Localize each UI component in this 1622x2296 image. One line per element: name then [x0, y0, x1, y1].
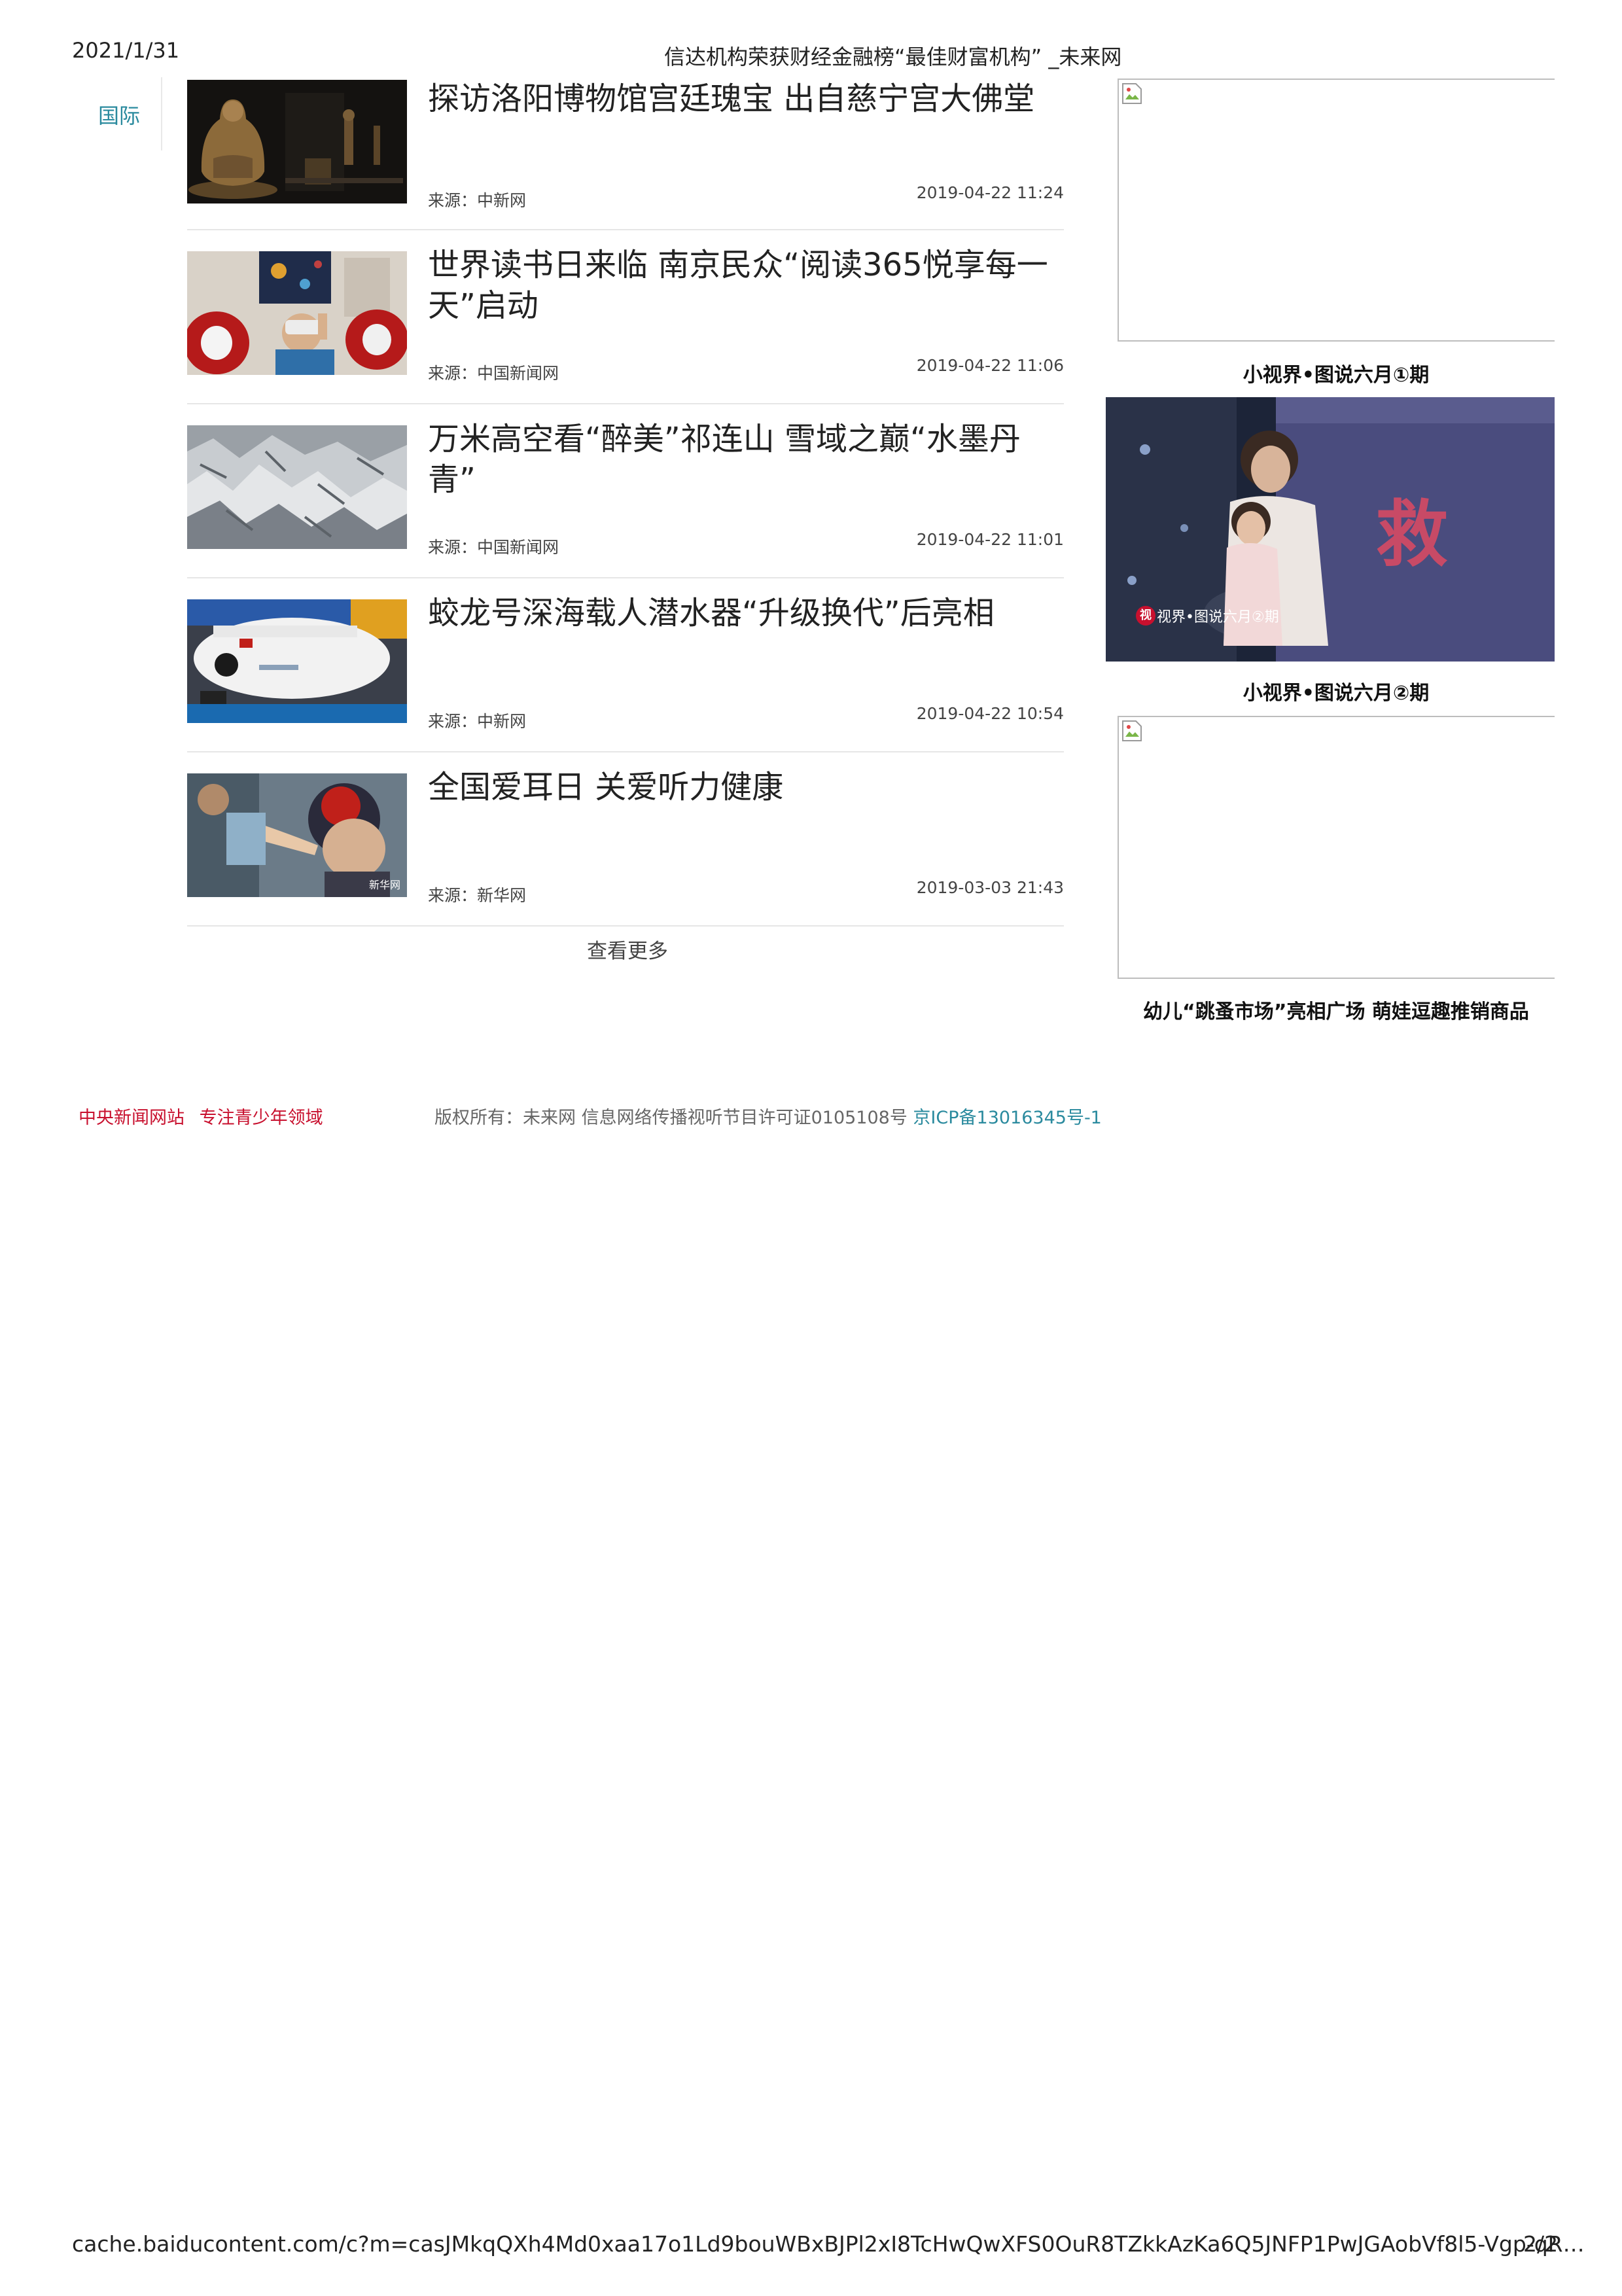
print-page-title: 信达机构荣获财经金融榜“最佳财富机构” _未来网: [664, 44, 1122, 69]
sidebar-image-broken[interactable]: [1118, 79, 1555, 342]
news-date: 2019-04-22 11:01: [916, 530, 1064, 549]
news-item[interactable]: 新华网 全国爱耳日 关爱听力健康 来源：新华网 2019-03-03 21:43: [187, 752, 1064, 927]
footer-slogan-item: 专注青少年领域: [199, 1108, 323, 1128]
news-list: 探访洛阳博物馆宫廷瑰宝 出自慈宁宫大佛堂 来源：中新网 2019-04-22 1…: [187, 79, 1064, 927]
print-url: cache.baiducontent.com/c?m=casJMkqQXh4Md…: [72, 2231, 1585, 2257]
sidebar-image-broken[interactable]: [1118, 716, 1555, 979]
print-date: 2021/1/31: [72, 38, 180, 63]
overlay-text: 视界•图说六月②期: [1157, 609, 1279, 626]
news-title[interactable]: 探访洛阳博物馆宫廷瑰宝 出自慈宁宫大佛堂: [428, 79, 1049, 119]
broken-image-icon: [1122, 720, 1142, 741]
news-source: 来源：中新网: [428, 191, 527, 210]
banner-character: 救: [1376, 493, 1448, 576]
footer-slogan-item: 中央新闻网站: [79, 1108, 185, 1128]
nav-category-international[interactable]: 国际: [98, 99, 140, 130]
sidebar-caption[interactable]: 幼儿“跳蚤市场”亮相广场 萌娃逗趣推销商品: [1118, 995, 1555, 1024]
print-page-number: 2/2: [1523, 2231, 1559, 2257]
view-more-link[interactable]: 查看更多: [587, 934, 668, 964]
news-source: 来源：中国新闻网: [428, 364, 559, 383]
news-thumbnail-ear-exam[interactable]: 新华网: [187, 773, 407, 897]
footer-copyright-text: 版权所有：未来网 信息网络传播视听节目许可证0105108号: [434, 1108, 913, 1128]
sidebar-caption[interactable]: 小视界•图说六月①期: [1118, 359, 1555, 387]
nav-divider: [161, 77, 162, 150]
overlay-badge: 视: [1136, 606, 1155, 626]
news-title[interactable]: 蛟龙号深海载人潜水器“升级换代”后亮相: [428, 593, 1049, 633]
sidebar-caption[interactable]: 小视界•图说六月②期: [1118, 677, 1555, 705]
news-title[interactable]: 世界读书日来临 南京民众“阅读365悦享每一天”启动: [428, 245, 1049, 326]
news-date: 2019-04-22 11:06: [916, 356, 1064, 375]
image-watermark: 新华网: [368, 879, 400, 891]
news-thumbnail-snow-mountain[interactable]: [187, 425, 407, 549]
news-source: 来源：中新网: [428, 712, 527, 731]
footer-icp-link[interactable]: 京ICP备13016345号-1: [913, 1108, 1101, 1128]
footer-copyright: 版权所有：未来网 信息网络传播视听节目许可证0105108号 京ICP备1301…: [434, 1103, 1102, 1129]
news-item[interactable]: 探访洛阳博物馆宫廷瑰宝 出自慈宁宫大佛堂 来源：中新网 2019-04-22 1…: [187, 79, 1064, 230]
news-item[interactable]: 蛟龙号深海载人潜水器“升级换代”后亮相 来源：中新网 2019-04-22 10…: [187, 578, 1064, 752]
news-title[interactable]: 全国爱耳日 关爱听力健康: [428, 767, 1049, 807]
news-title[interactable]: 万米高空看“醉美”祁连山 雪域之巅“水墨丹青”: [428, 419, 1049, 500]
news-thumbnail-vr-reading[interactable]: [187, 251, 407, 375]
news-date: 2019-04-22 10:54: [916, 704, 1064, 723]
news-date: 2019-04-22 11:24: [916, 183, 1064, 202]
image-overlay-caption: 视 视界•图说六月②期: [1136, 605, 1279, 626]
sidebar-image-rescue[interactable]: 救 视 视界•图说六月②期: [1106, 397, 1555, 662]
news-item[interactable]: 世界读书日来临 南京民众“阅读365悦享每一天”启动 来源：中国新闻网 2019…: [187, 230, 1064, 404]
news-thumbnail-submersible[interactable]: [187, 599, 407, 723]
news-date: 2019-03-03 21:43: [916, 878, 1064, 897]
news-source: 来源：新华网: [428, 886, 527, 905]
news-item[interactable]: 万米高空看“醉美”祁连山 雪域之巅“水墨丹青” 来源：中国新闻网 2019-04…: [187, 404, 1064, 578]
news-thumbnail-buddha[interactable]: [187, 80, 407, 203]
news-source: 来源：中国新闻网: [428, 538, 559, 557]
footer-slogan: 中央新闻网站 专注青少年领域: [79, 1103, 332, 1129]
broken-image-icon: [1122, 83, 1142, 104]
